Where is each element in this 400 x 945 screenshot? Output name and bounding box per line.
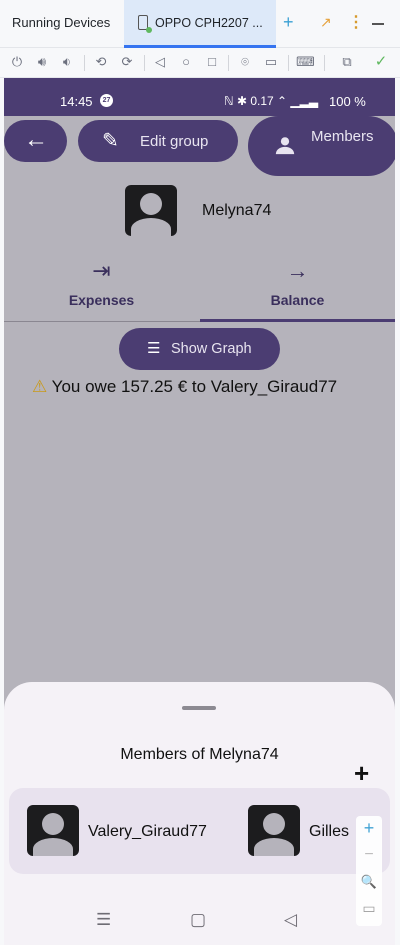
drag-handle[interactable] [182,706,216,710]
recents-icon[interactable]: ☰ [96,910,111,930]
more-options-icon[interactable]: ⋮ [348,12,364,32]
external-window-icon[interactable]: ↗ [320,14,332,31]
notification-badge: 27 [100,94,113,107]
avatar[interactable] [248,805,300,856]
edit-group-button[interactable]: ✎ Edit group [78,120,238,162]
members-list: Valery_Giraud77 Gilles [9,788,390,874]
running-indicator-icon [146,27,152,33]
list-icon: ☰ [147,340,161,357]
device-toolbar: ⏻ 🔊︎ 🔉︎ ⟲ ⟳ ◁ ○ □ ⌾ ▭ ⌨ ⧉ ✓ [0,48,400,78]
add-member-button[interactable]: + [354,758,369,789]
zoom-in-icon[interactable]: + [356,818,382,839]
group-name: Melyna74 [202,202,272,219]
minimize-icon[interactable] [372,23,384,25]
status-icons: ℕ ✱ 0.17 ⌃ ▁▂▃ [224,94,319,108]
login-icon: ⇥ [92,258,111,283]
ide-panel-title: Running Devices [12,15,111,30]
clock: 14:45 [60,94,93,109]
sheet-title: Members of Melyna74 [120,746,279,763]
pencil-icon: ✎ [102,130,119,152]
warning-icon: ⚠ [32,377,48,396]
arrow-right-icon: → [286,258,309,283]
check-icon[interactable]: ✓ [372,52,390,70]
tab-expenses-label: Expenses [68,292,135,308]
tab-balance[interactable]: → Balance [200,258,395,320]
android-nav-bar: ☰ ▢ ◁ [4,910,395,945]
fit-screen-icon[interactable]: ▭ [356,900,382,917]
toolbar-divider [84,55,85,71]
debt-text: You owe 157.25 € to Valery_Giraud77 [51,377,338,396]
edit-group-label: Edit group [140,133,209,150]
device-screen: 14:45 27 ℕ ✱ 0.17 ⌃ ▁▂▃ 100 % ← ✎ Edit g… [4,78,395,945]
group-avatar [125,185,177,236]
back-icon[interactable]: ◁ [151,54,169,70]
zoom-controls: + − 🔍 ▭ [356,816,382,926]
show-graph-button[interactable]: ☰ Show Graph [119,328,280,370]
zoom-out-icon[interactable]: − [356,846,382,864]
status-bar: 14:45 27 ℕ ✱ 0.17 ⌃ ▁▂▃ 100 % [4,78,395,116]
avatar[interactable] [27,805,79,856]
power-icon[interactable]: ⏻ [8,54,26,70]
tab-indicator [200,319,395,322]
battery-level: 100 % [329,94,366,109]
toolbar-divider [144,55,145,71]
volume-up-icon[interactable]: 🔊︎ [33,54,51,70]
keyboard-icon[interactable]: ⌨ [296,54,315,70]
toolbar-divider [228,55,229,71]
show-graph-label: Show Graph [171,341,252,357]
tab-expenses[interactable]: ⇥ Expenses [4,258,199,320]
rotate-right-icon[interactable]: ⟳ [118,54,136,70]
arrow-left-icon: ← [24,126,48,153]
person-icon [275,137,295,155]
back-nav-icon[interactable]: ◁ [284,910,297,930]
debt-summary: ⚠ You owe 157.25 € to Valery_Giraud77 [32,377,337,397]
volume-down-icon[interactable]: 🔉︎ [58,54,76,70]
zoom-search-icon[interactable]: 🔍 [356,874,382,890]
record-icon[interactable]: ▭ [262,54,280,70]
ide-tab-bar: Running Devices OPPO CPH2207 ... + ↗ ⋮ [0,0,400,48]
back-button[interactable]: ← [4,120,67,162]
toolbar-divider [324,55,325,71]
overview-icon[interactable]: □ [203,54,221,69]
zoom-window-icon[interactable]: ⧉ [338,54,356,70]
toolbar-divider [288,55,289,71]
member-name[interactable]: Gilles [309,823,349,841]
add-device-button[interactable]: + [283,12,294,33]
home-button-icon[interactable]: ▢ [190,910,206,930]
rotate-left-icon[interactable]: ⟲ [92,54,110,70]
member-name[interactable]: Valery_Giraud77 [88,823,207,841]
device-tab[interactable]: OPPO CPH2207 ... [124,0,276,48]
tab-balance-label: Balance [270,292,325,308]
screenshot-icon[interactable]: ⌾ [236,54,254,70]
members-button[interactable]: Members [248,116,395,176]
members-bottom-sheet: Members of Melyna74 + Valery_Giraud77 Gi… [4,682,395,945]
home-icon[interactable]: ○ [177,54,195,69]
device-tab-label: OPPO CPH2207 ... [155,16,263,30]
members-label: Members [311,128,374,145]
